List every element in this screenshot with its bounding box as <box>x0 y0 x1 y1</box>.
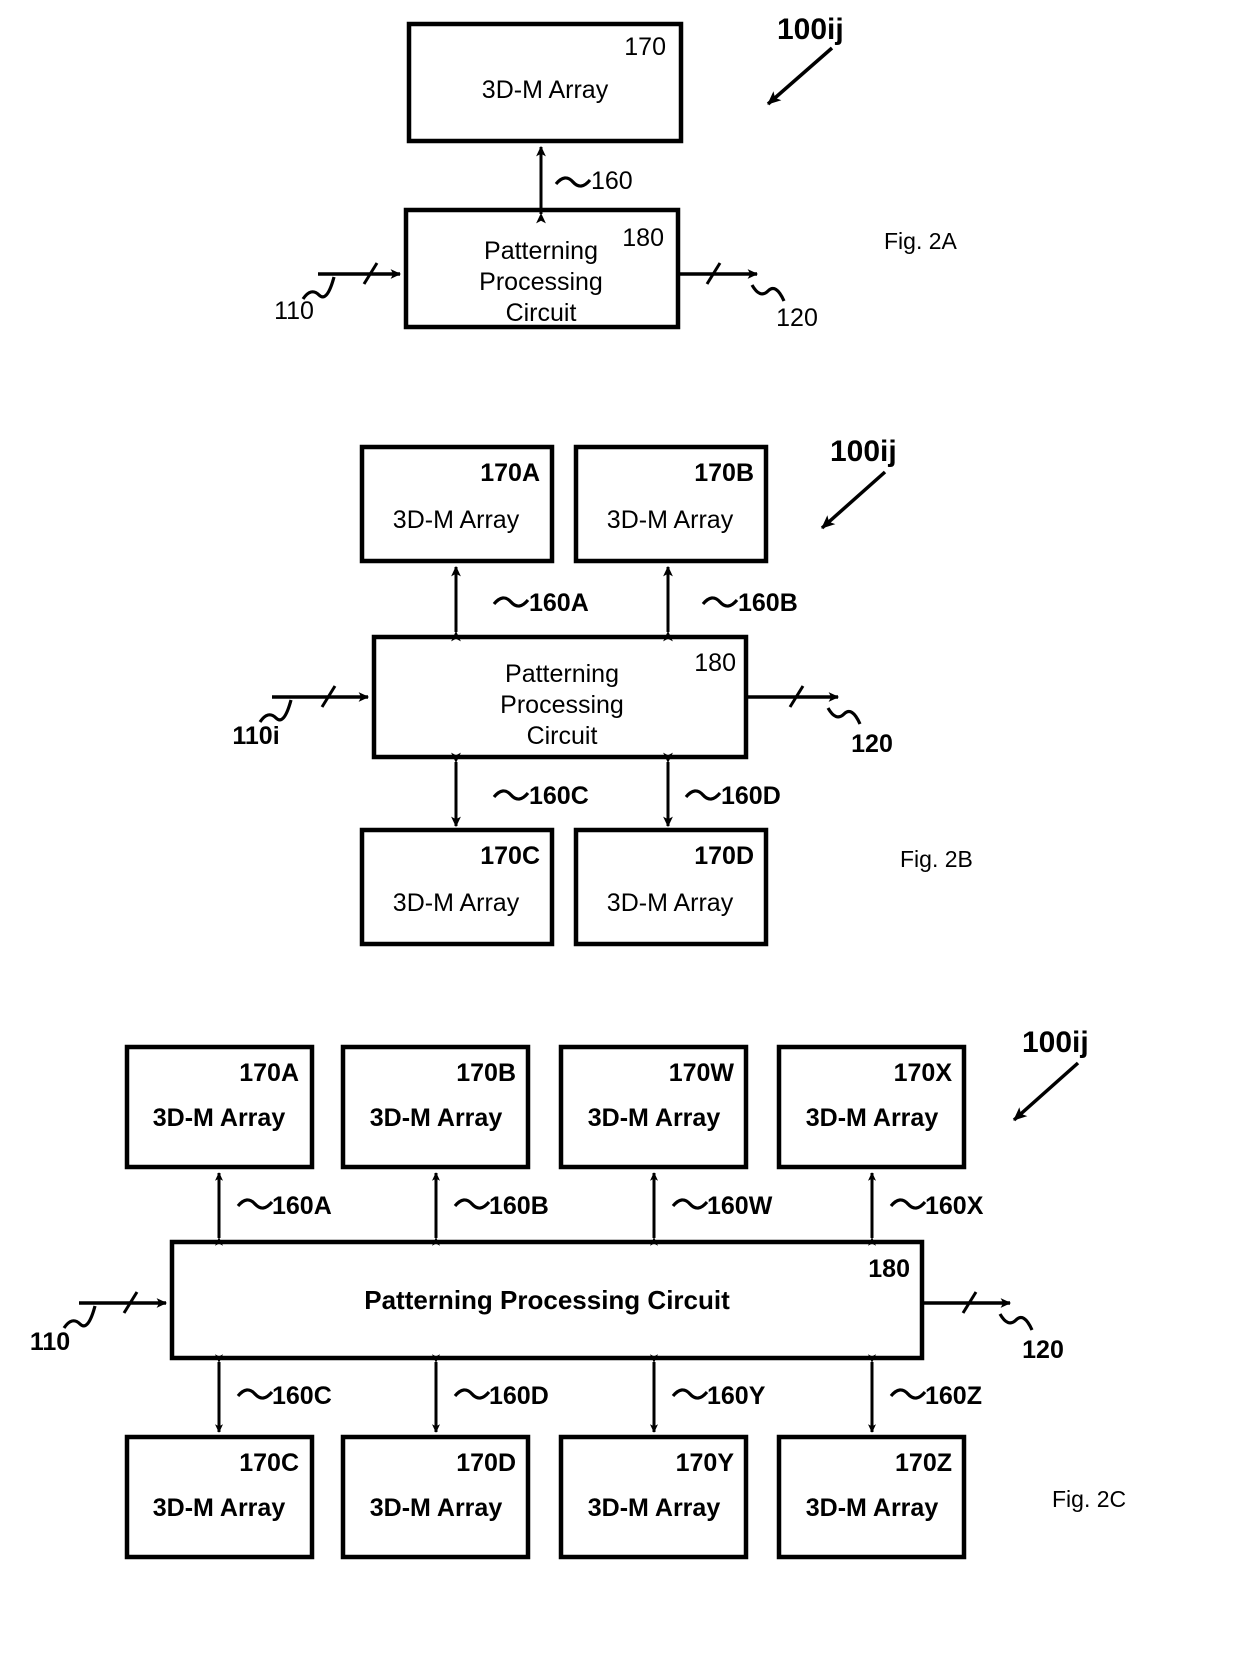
fig2c-input-ref: 110 <box>29 1328 71 1356</box>
fig2c-bus-160B-ref: 160B <box>489 1192 549 1220</box>
fig2a-ppc-ref: 180 <box>622 224 664 252</box>
fig2c-bus-160A-leader <box>236 1198 274 1210</box>
fig2b-input-ref: 110i <box>232 722 280 750</box>
fig2b-output-leader <box>826 707 862 725</box>
fig2b-bus-160B-ref: 160B <box>738 589 798 617</box>
fig2a-system-ref: 100ij <box>777 13 844 46</box>
fig2b-bus-160B-leader <box>701 596 739 608</box>
fig2c-array-170W-label: 3D-M Array <box>587 1104 721 1132</box>
patent-figure-sheet: 170 3D-M Array 180 Patterning Processing… <box>0 0 1240 1671</box>
fig2b-output-ref: 120 <box>851 730 893 758</box>
fig2c-array-170Z-label: 3D-M Array <box>805 1494 939 1522</box>
fig2c-bus-160Z-ref: 160Z <box>925 1382 982 1410</box>
fig2c-system-ref: 100ij <box>1022 1026 1089 1059</box>
fig2a-ppc-line2: Processing <box>479 268 603 296</box>
fig2b-bus-160A-leader <box>492 596 530 608</box>
fig2c-system-pointer <box>1012 1061 1080 1122</box>
fig2b-array-170D-label: 3D-M Array <box>606 889 734 917</box>
fig2b-bus-160A-ref: 160A <box>529 589 589 617</box>
fig2b-ppc-line2: Processing <box>500 691 624 719</box>
fig2c-array-170D-label: 3D-M Array <box>369 1494 503 1522</box>
fig2c-output-ref: 120 <box>1022 1336 1064 1364</box>
fig2a-input-ref: 110 <box>274 297 314 325</box>
fig2c-bus-160D-leader <box>453 1388 491 1400</box>
fig2c-bus-160A-ref: 160A <box>272 1192 332 1220</box>
fig2c-array-170X-ref: 170X <box>893 1059 952 1087</box>
fig2c-array-170A-label: 3D-M Array <box>152 1104 286 1132</box>
fig2b-bus-160C-ref: 160C <box>529 782 589 810</box>
fig2a-bus-160-leader <box>554 176 592 188</box>
fig2a-input-leader <box>301 276 336 300</box>
fig2c-array-170Y-ref: 170Y <box>675 1449 734 1477</box>
fig2b-bus-160D-ref: 160D <box>721 782 781 810</box>
fig2b-array-170C-ref: 170C <box>480 842 540 870</box>
fig2b-system-pointer <box>820 470 887 530</box>
fig2c-bus-160W-leader <box>671 1198 709 1210</box>
fig2b-caption: Fig. 2B <box>900 846 973 872</box>
fig2c-ppc-label: Patterning Processing Circuit <box>364 1285 730 1315</box>
fig2b-array-170B-label: 3D-M Array <box>606 506 734 534</box>
fig2c-bus-160W-ref: 160W <box>707 1192 773 1220</box>
fig2c-array-170C-ref: 170C <box>239 1449 299 1477</box>
fig2a-caption: Fig. 2A <box>884 228 957 254</box>
fig2c-array-170D-ref: 170D <box>456 1449 516 1477</box>
fig2c-array-170W-ref: 170W <box>668 1059 734 1087</box>
fig2c-bus-160C-ref: 160C <box>272 1382 332 1410</box>
fig2b-ppc-ref: 180 <box>694 649 736 677</box>
fig2c-caption: Fig. 2C <box>1052 1486 1127 1512</box>
fig2c-bus-160Z-leader <box>889 1388 927 1400</box>
fig2a-ppc-line3: Circuit <box>505 299 577 327</box>
figure-vector-layer <box>62 21 1080 1560</box>
fig2b-ppc-line1: Patterning <box>505 660 619 688</box>
fig2b-array-170D-ref: 170D <box>694 842 754 870</box>
fig2a-array-label: 3D-M Array <box>481 76 609 104</box>
fig2a-array-ref: 170 <box>624 33 666 61</box>
fig2a-system-pointer <box>766 46 834 106</box>
fig2c-bus-160X-ref: 160X <box>925 1192 984 1220</box>
fig2c-array-170X-label: 3D-M Array <box>805 1104 939 1132</box>
fig2c-bus-160Y-leader <box>671 1388 709 1400</box>
fig2b-array-170C-label: 3D-M Array <box>392 889 520 917</box>
fig2b-input-leader <box>258 699 293 723</box>
fig2c-bus-160Y-ref: 160Y <box>707 1382 766 1410</box>
fig2a-output-ref: 120 <box>776 304 818 332</box>
fig2b-ppc-line3: Circuit <box>526 722 598 750</box>
fig2a-ppc-line1: Patterning <box>484 237 598 265</box>
fig2c-array-170Z-ref: 170Z <box>895 1449 952 1477</box>
fig2b-system-ref: 100ij <box>830 435 897 468</box>
fig2a-bus-160-ref: 160 <box>591 167 633 195</box>
fig2c-input-leader <box>62 1305 97 1329</box>
fig2b-array-170A-label: 3D-M Array <box>392 506 520 534</box>
fig2c-bus-160C-leader <box>236 1388 274 1400</box>
fig2c-output-leader <box>998 1313 1034 1331</box>
fig2a-output-leader <box>750 284 786 302</box>
fig2c-bus-160B-leader <box>453 1198 491 1210</box>
fig2c-bus-160D-ref: 160D <box>489 1382 549 1410</box>
fig2c-array-170C-label: 3D-M Array <box>152 1494 286 1522</box>
fig2c-array-170A-ref: 170A <box>239 1059 299 1087</box>
fig2b-array-170A-ref: 170A <box>480 459 540 487</box>
fig2b-array-170B-ref: 170B <box>694 459 754 487</box>
fig2b-bus-160D-leader <box>684 789 722 801</box>
fig2c-array-170B-label: 3D-M Array <box>369 1104 503 1132</box>
fig2c-array-170Y-label: 3D-M Array <box>587 1494 721 1522</box>
fig2c-ppc-ref: 180 <box>868 1255 910 1283</box>
fig2c-array-170B-ref: 170B <box>456 1059 516 1087</box>
fig2c-bus-160X-leader <box>889 1198 927 1210</box>
fig2b-bus-160C-leader <box>492 789 530 801</box>
